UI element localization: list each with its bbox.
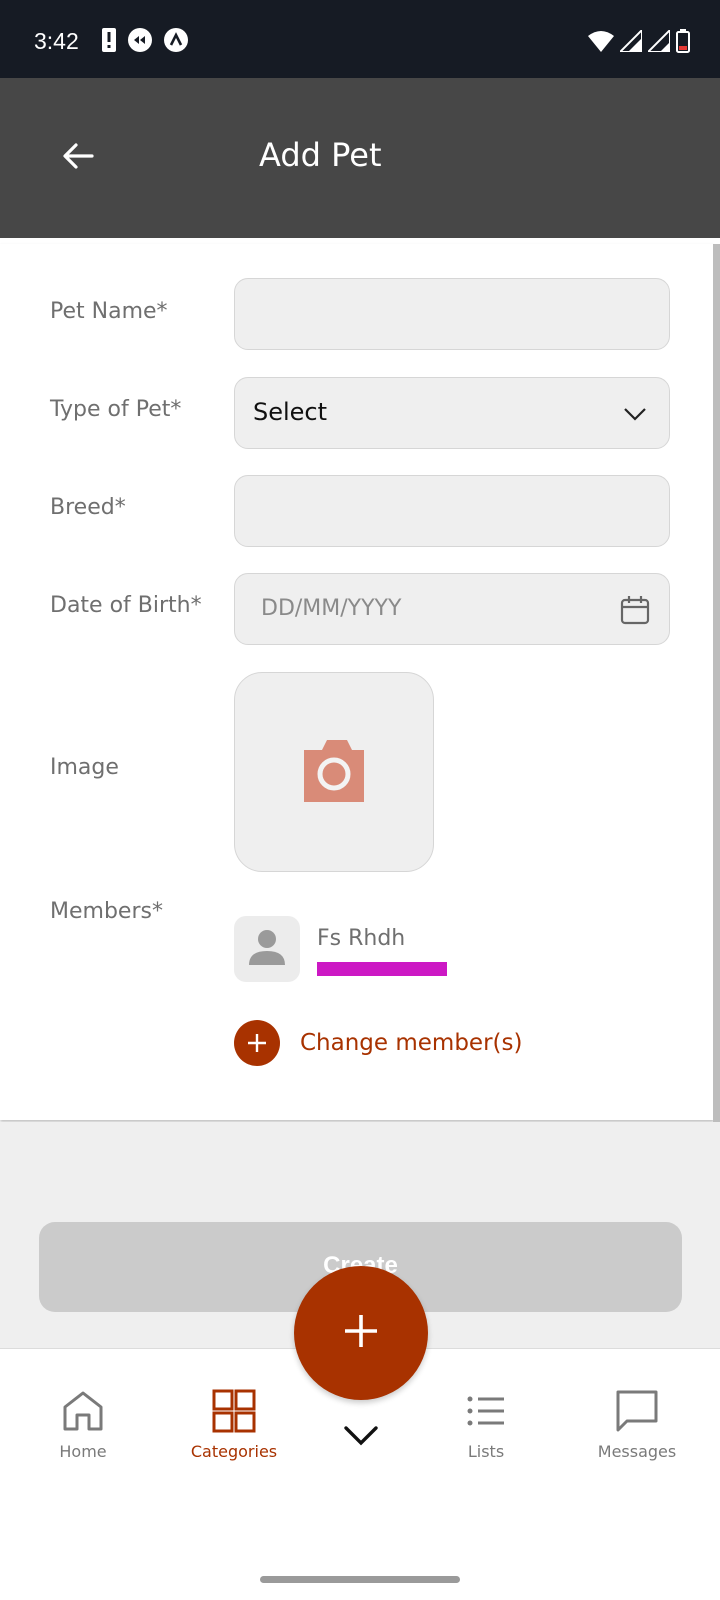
date-of-birth-input[interactable]: DD/MM/YYYY xyxy=(234,573,670,645)
nav-item-categories[interactable]: Categories xyxy=(174,1389,294,1461)
media-icon xyxy=(128,27,152,57)
chevron-down-icon[interactable] xyxy=(342,1424,380,1448)
scrollbar[interactable] xyxy=(713,244,720,1214)
member-name: Fs Rhdh xyxy=(317,926,406,951)
status-bar: 3:42 xyxy=(0,0,720,78)
signal-icon xyxy=(617,27,643,57)
breed-input[interactable] xyxy=(234,475,670,547)
back-button[interactable] xyxy=(56,136,100,180)
nav-label-messages: Messages xyxy=(597,1442,677,1461)
image-label: Image xyxy=(50,755,119,780)
notification-icons xyxy=(102,27,188,57)
breed-label: Breed* xyxy=(50,495,126,520)
calendar-icon[interactable] xyxy=(619,594,651,626)
app-bar: Add Pet xyxy=(0,78,720,238)
nav-label-home: Home xyxy=(59,1442,107,1461)
chevron-down-icon xyxy=(619,398,651,430)
type-of-pet-select[interactable]: Select xyxy=(234,377,670,449)
message-icon xyxy=(615,1389,659,1438)
battery-icon xyxy=(676,29,690,58)
camera-icon xyxy=(300,736,368,809)
system-icons xyxy=(588,27,690,58)
pet-name-label: Pet Name* xyxy=(50,299,168,324)
change-members-label: Change member(s) xyxy=(300,1030,523,1056)
nav-item-lists[interactable]: Lists xyxy=(426,1389,546,1461)
signal-icon-2 xyxy=(645,27,671,57)
members-label: Members* xyxy=(50,899,163,924)
alert-icon xyxy=(102,27,116,57)
add-fab-button[interactable] xyxy=(294,1266,428,1400)
home-indicator[interactable] xyxy=(260,1576,460,1583)
nav-label-categories: Categories xyxy=(190,1442,278,1461)
wifi-icon xyxy=(588,30,614,57)
date-of-birth-label: Date of Birth* xyxy=(50,593,202,618)
app-notification-icon xyxy=(164,27,188,57)
nav-item-home[interactable]: Home xyxy=(23,1389,143,1461)
page-title: Add Pet xyxy=(259,136,382,174)
avatar xyxy=(234,916,300,982)
user-icon xyxy=(247,927,287,972)
type-of-pet-label: Type of Pet* xyxy=(50,397,182,422)
plus-circle-icon xyxy=(234,1020,280,1066)
home-icon xyxy=(61,1389,105,1438)
nav-label-lists: Lists xyxy=(467,1442,505,1461)
categories-icon xyxy=(212,1389,256,1438)
status-time: 3:42 xyxy=(34,28,79,54)
image-upload-button[interactable] xyxy=(234,672,434,872)
type-of-pet-value: Select xyxy=(253,398,328,426)
nav-item-messages[interactable]: Messages xyxy=(577,1389,697,1461)
change-members-button[interactable]: Change member(s) xyxy=(234,1020,522,1066)
plus-icon xyxy=(342,1312,380,1355)
list-icon xyxy=(464,1389,508,1438)
date-of-birth-placeholder: DD/MM/YYYY xyxy=(261,596,402,621)
arrow-left-icon xyxy=(62,142,94,175)
redaction-bar xyxy=(317,962,447,976)
pet-name-input[interactable] xyxy=(234,278,670,350)
